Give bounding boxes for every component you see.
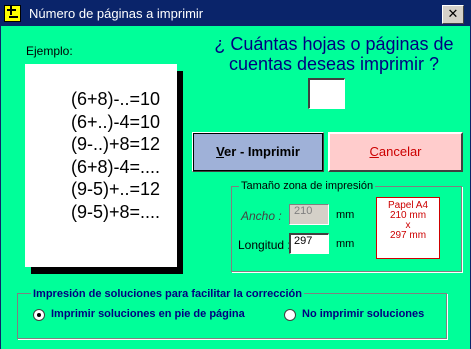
paper-size-info: Papel A4 210 mm x 297 mm [376, 197, 440, 259]
sheets-count-input[interactable] [308, 78, 345, 109]
app-icon[interactable] [4, 5, 21, 22]
question-line-1: ¿ Cuántas hojas o páginas de [214, 34, 454, 54]
example-lines: (6+8)-..=10 (6+..)-4=10 (9-..)+8=12 (6+8… [71, 88, 160, 223]
print-preview-button[interactable]: Ver - Imprimir [192, 132, 324, 172]
width-unit: mm [336, 209, 355, 221]
radio-print-footer[interactable] [33, 309, 45, 321]
print-preview-label: er - Imprimir [224, 144, 300, 159]
example-line: (9-5)+..=12 [71, 179, 161, 199]
title-bar[interactable]: Número de páginas a imprimir ✕ [1, 1, 470, 26]
radio-no-print-label[interactable]: No imprimir soluciones [302, 308, 424, 320]
question-text: ¿ Cuántas hojas o páginas de cuentas des… [201, 34, 467, 74]
example-label: Ejemplo: [26, 44, 73, 58]
example-line: (6+8)-4=.... [71, 156, 161, 177]
paper-line-4: 297 mm [389, 230, 427, 241]
width-label: Ancho : [241, 209, 282, 223]
cancel-button[interactable]: Cancelar [328, 132, 463, 172]
example-card: (6+8)-..=10 (6+..)-4=10 (9-..)+8=12 (6+8… [25, 64, 177, 267]
width-field: 210 [289, 204, 329, 225]
example-line: (9-5)+8=.... [71, 201, 161, 222]
example-line: (6+8)-..=10 [71, 89, 161, 109]
cancel-accel: C [369, 144, 379, 159]
length-field[interactable]: 297 [289, 233, 329, 254]
example-line: (9-..)+8=12 [71, 134, 161, 154]
solutions-title: Impresión de soluciones para facilitar l… [31, 288, 304, 300]
print-size-title: Tamaño zona de impresión [239, 180, 376, 192]
cancel-label: ancelar [378, 144, 422, 159]
dialog-content: Ejemplo: (6+8)-..=10 (6+..)-4=10 (9-..)+… [1, 26, 470, 349]
print-preview-accel: V [216, 144, 225, 159]
length-label: Longitud : [238, 238, 291, 252]
length-unit: mm [336, 238, 355, 250]
radio-no-print[interactable] [284, 309, 296, 321]
question-line-2: cuentas deseas imprimir ? [228, 54, 440, 74]
dialog-window: Número de páginas a imprimir ✕ Ejemplo: … [0, 0, 471, 349]
radio-print-footer-label[interactable]: Imprimir soluciones en pie de página [51, 308, 245, 320]
example-line: (6+..)-4=10 [71, 111, 161, 132]
window-title: Número de páginas a imprimir [29, 6, 204, 21]
close-button[interactable]: ✕ [442, 5, 464, 24]
